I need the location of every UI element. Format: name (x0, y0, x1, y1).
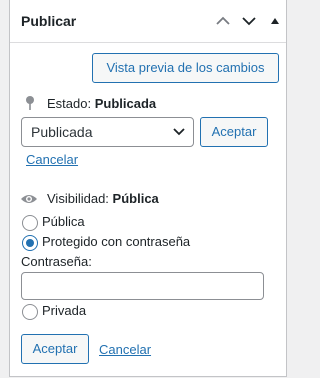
panel-title: Publicar (21, 13, 77, 29)
panel-header: Publicar (10, 0, 286, 43)
status-select-value: Publicada (31, 124, 93, 140)
radio-private[interactable] (22, 304, 38, 320)
radio-public[interactable] (22, 215, 38, 231)
password-label: Contraseña: (21, 254, 92, 269)
radio-password-protected[interactable] (22, 235, 38, 251)
status-label: Estado: (47, 96, 92, 111)
radio-public-label: Pública (42, 214, 85, 229)
visibility-accept-button[interactable]: Aceptar (21, 334, 89, 364)
eye-icon (20, 193, 38, 208)
move-down-button[interactable] (239, 11, 259, 31)
preview-changes-button[interactable]: Vista previa de los cambios (92, 53, 279, 83)
chevron-down-icon (242, 17, 256, 26)
chevron-down-icon (173, 128, 185, 136)
move-up-button[interactable] (213, 11, 233, 31)
visibility-row: Visibilidad: Pública (47, 191, 159, 206)
status-row: Estado: Publicada (47, 96, 156, 111)
radio-password-protected-label: Protegido con contraseña (42, 234, 191, 249)
status-select[interactable]: Publicada (21, 117, 194, 147)
publish-panel: Publicar Vista previa de los cambios Est… (9, 0, 287, 377)
visibility-cancel-link[interactable]: Cancelar (99, 342, 151, 357)
visibility-value: Pública (112, 191, 159, 206)
toggle-panel-button[interactable] (265, 11, 285, 31)
triangle-up-icon (271, 18, 279, 24)
radio-private-label: Privada (42, 303, 87, 318)
status-cancel-link[interactable]: Cancelar (26, 152, 78, 167)
password-field[interactable] (21, 272, 264, 300)
visibility-label: Visibilidad: (47, 191, 109, 206)
status-accept-button[interactable]: Aceptar (200, 117, 268, 147)
status-value: Publicada (94, 96, 157, 111)
chevron-up-icon (216, 16, 230, 25)
pin-icon (24, 95, 36, 114)
